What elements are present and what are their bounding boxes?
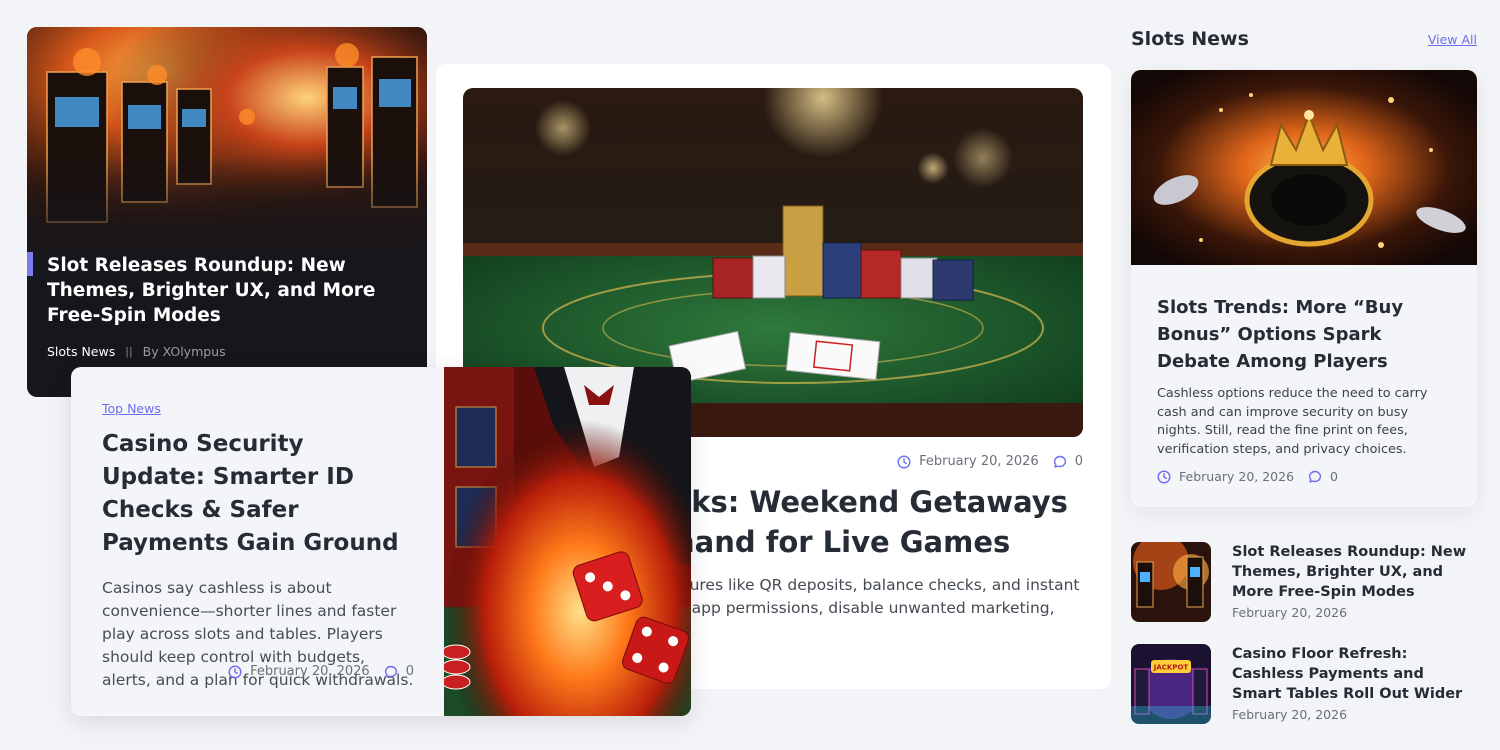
- sidebar-list-item-title[interactable]: Slot Releases Roundup: New Themes, Brigh…: [1232, 542, 1477, 602]
- sidebar-list-item-info: Slot Releases Roundup: New Themes, Brigh…: [1232, 542, 1477, 622]
- category-link[interactable]: Slots News: [47, 344, 115, 359]
- featured-excerpt-line-2: w app permissions, disable unwanted mark…: [674, 599, 1055, 617]
- accent-bar: [27, 252, 33, 276]
- split-card-title[interactable]: Casino Security Update: Smarter ID Check…: [102, 428, 414, 560]
- sidebar-list-item[interactable]: JACKPOT Casino Floor Refresh: Cashless P…: [1131, 644, 1477, 724]
- sidebar-feature-comment-count[interactable]: 0: [1330, 469, 1338, 484]
- view-all-link[interactable]: View All: [1428, 32, 1477, 47]
- jackpot-sign-thumbnail: JACKPOT: [1131, 644, 1211, 724]
- featured-date: February 20, 2026: [919, 454, 1039, 469]
- overlay-card-title[interactable]: Slot Releases Roundup: New Themes, Brigh…: [47, 253, 407, 328]
- split-card-meta: February 20, 2026 0: [228, 664, 414, 679]
- featured-headline[interactable]: cks: Weekend Getaways nand for Live Game…: [674, 482, 1084, 562]
- featured-excerpt-line-1: atures like QR deposits, balance checks,…: [674, 576, 1080, 594]
- overlay-news-card[interactable]: Slot Releases Roundup: New Themes, Brigh…: [27, 27, 427, 397]
- sidebar-feature-title[interactable]: Slots Trends: More “Buy Bonus” Options S…: [1157, 294, 1451, 375]
- sidebar-list-item-title[interactable]: Casino Floor Refresh: Cashless Payments …: [1232, 644, 1477, 704]
- author-label: By XOlympus: [142, 344, 226, 359]
- split-card-text: Top News Casino Security Update: Smarter…: [71, 367, 444, 716]
- sidebar-list-item[interactable]: Slot Releases Roundup: New Themes, Brigh…: [1131, 542, 1477, 622]
- clock-icon: [228, 664, 242, 679]
- clock-icon: [897, 454, 911, 469]
- featured-headline-line-2: nand for Live Games: [674, 525, 1011, 559]
- split-news-card[interactable]: Top News Casino Security Update: Smarter…: [71, 367, 691, 716]
- crown-chip-image: [1131, 70, 1477, 265]
- comment-icon[interactable]: [384, 665, 398, 679]
- featured-headline-line-1: cks: Weekend Getaways: [674, 485, 1068, 519]
- meta-separator: ||: [125, 345, 133, 358]
- slot-machines-thumbnail: [1131, 542, 1211, 622]
- sidebar-feature-excerpt: Cashless options reduce the need to carr…: [1157, 386, 1428, 457]
- sidebar-feature-card[interactable]: Slots Trends: More “Buy Bonus” Options S…: [1131, 70, 1477, 507]
- sidebar-header: Slots News View All: [1131, 24, 1477, 54]
- split-card-comment-count[interactable]: 0: [406, 664, 414, 679]
- featured-meta: February 20, 2026 0: [897, 454, 1083, 469]
- comment-icon[interactable]: [1053, 455, 1067, 469]
- featured-excerpt: atures like QR deposits, balance checks,…: [674, 574, 1094, 620]
- split-card-date: February 20, 2026: [250, 664, 370, 679]
- featured-comment-count[interactable]: 0: [1075, 454, 1083, 469]
- overlay-card-meta: Slots News || By XOlympus: [47, 344, 226, 359]
- sidebar-feature-meta: February 20, 2026 0: [1157, 469, 1451, 484]
- sidebar-slots-news: Slots News View All Slots Trends: More “…: [1131, 24, 1477, 507]
- dealer-dice-image: [444, 367, 691, 716]
- sidebar-feature-date: February 20, 2026: [1179, 469, 1295, 484]
- comment-icon[interactable]: [1308, 470, 1322, 484]
- jackpot-sign-text: JACKPOT: [1153, 664, 1189, 672]
- clock-icon: [1157, 469, 1171, 484]
- slot-machines-fire-image: [27, 27, 427, 262]
- sidebar-list-item-date: February 20, 2026: [1232, 605, 1348, 620]
- sidebar-feature-body: Slots Trends: More “Buy Bonus” Options S…: [1131, 269, 1477, 484]
- sidebar-title: Slots News: [1131, 28, 1249, 50]
- category-link[interactable]: Top News: [102, 401, 161, 416]
- sidebar-list-item-date: February 20, 2026: [1232, 707, 1348, 722]
- sidebar-list-item-info: Casino Floor Refresh: Cashless Payments …: [1232, 644, 1477, 724]
